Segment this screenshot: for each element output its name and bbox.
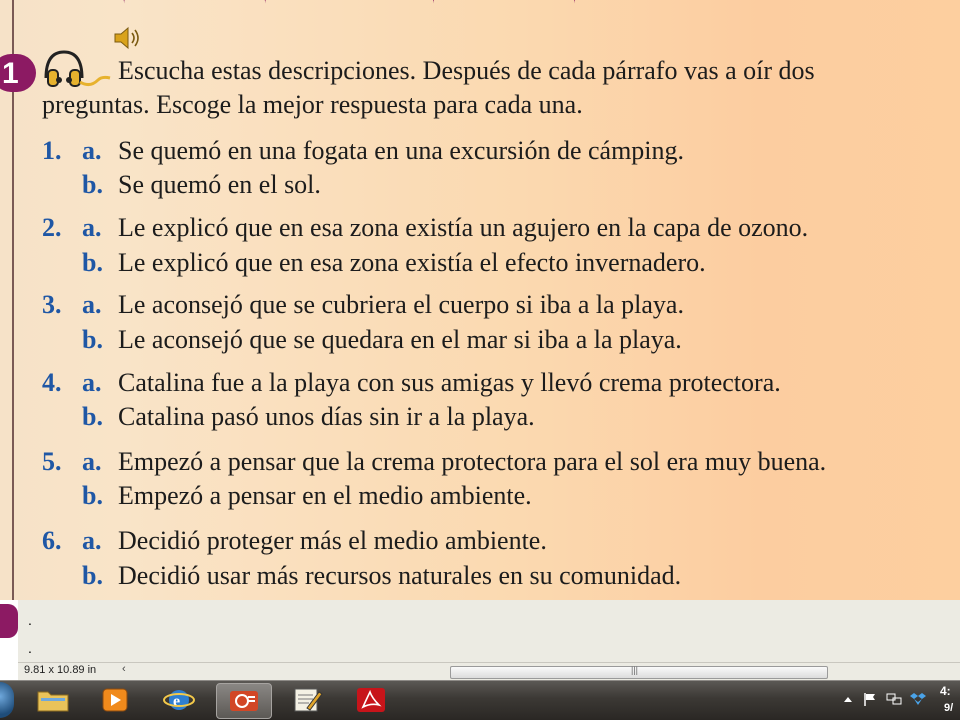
item-4-option-a: 4. a. Catalina fue a la playa con sus am… [0,368,960,400]
option-letter: b. [82,402,103,431]
option-text: Le aconsejó que se quedara en el mar si … [118,325,682,354]
action-center-flag-icon[interactable] [862,691,878,707]
headphones-icon [44,50,111,87]
item-6-option-a: 6. a. Decidió proteger más el medio ambi… [0,526,960,558]
notepad-pencil-icon [294,688,323,712]
item-number: 1. [42,136,62,165]
horizontal-scrollbar-thumb[interactable]: ||| [450,665,828,679]
option-text: Decidió proteger más el medio ambiente. [118,526,547,555]
option-text: Se quemó en el sol. [118,170,321,199]
exercise-number: 1 [2,57,19,90]
item-5-option-b: b. Empezó a pensar en el medio ambiente. [0,481,960,513]
option-letter: b. [82,248,103,277]
taskbar-file-explorer[interactable] [26,683,80,717]
item-6-option-b: b. Decidió usar más recursos naturales e… [0,561,960,593]
network-icon[interactable] [886,691,902,707]
item-2-option-b: b. Le explicó que en esa zona existía el… [0,248,960,280]
scrollbar-grip: ||| [631,665,639,675]
item-3-option-a: 3. a. Le aconsejó que se cubriera el cue… [0,290,960,322]
taskbar-internet-explorer[interactable]: e [152,683,206,717]
taskbar-media-player[interactable] [88,683,142,717]
option-letter: a. [82,213,102,242]
option-letter: b. [82,481,103,510]
option-text: Catalina fue a la playa con sus amigas y… [118,368,781,397]
start-button[interactable] [0,682,14,718]
option-text: Le explicó que en esa zona existía el ef… [118,248,706,277]
powerpoint-icon [230,691,258,711]
scroll-left-button[interactable]: ‹ [122,663,126,675]
exercise-number-badge: 1 [0,54,36,92]
document-page: — ✦ — — ✦ ——— ✦ — — ✦ — 1 Escucha estas … [0,0,960,600]
option-text: Decidió usar más recursos naturales en s… [118,561,682,590]
note-line-2: . [28,640,32,656]
instruction-line-2: preguntas. Escoge la mejor respuesta par… [42,90,583,119]
option-letter: b. [82,325,103,354]
media-play-icon [102,688,128,712]
option-letter: a. [82,447,102,476]
option-letter: b. [82,170,103,199]
speaker-sound-icon[interactable] [112,24,146,52]
option-letter: a. [82,136,102,165]
taskbar-top-edge [0,680,960,681]
option-letter: a. [82,526,102,555]
option-text: Le aconsejó que se cubriera el cuerpo si… [118,290,684,319]
item-number: 6. [42,526,62,555]
option-text: Le explicó que en esa zona existía un ag… [118,213,809,242]
taskbar-powerpoint[interactable] [216,683,272,719]
option-text: Catalina pasó unos días sin ir a la play… [118,402,535,431]
clock-time[interactable]: 4: [940,684,951,698]
item-4-option-b: b. Catalina pasó unos días sin ir a la p… [0,402,960,434]
item-5-option-a: 5. a. Empezó a pensar que la crema prote… [0,447,960,479]
taskbar-adobe-reader[interactable] [344,683,398,717]
item-1-option-b: b. Se quemó en el sol. [0,170,960,202]
instruction-line-1: Escucha estas descripciones. Después de … [118,56,815,85]
item-number: 3. [42,290,62,319]
item-3-option-b: b. Le aconsejó que se quedara en el mar … [0,325,960,357]
svg-text:e: e [173,693,180,710]
option-text: Se quemó en una fogata en una excursión … [118,136,685,165]
option-letter: a. [82,290,102,319]
item-number: 2. [42,213,62,242]
notes-pane[interactable]: . . [18,600,960,662]
show-hidden-icons-icon[interactable] [840,691,856,707]
status-bar: 9.81 x 10.89 in ‹ ||| [18,662,960,681]
windows-taskbar: e 4: 9/ [0,680,960,720]
dropbox-icon[interactable] [910,691,926,707]
taskbar-notes-app[interactable] [280,683,334,717]
item-number: 5. [42,447,62,476]
option-letter: a. [82,368,102,397]
option-text: Empezó a pensar que la crema protectora … [118,447,827,476]
item-1-option-a: 1. a. Se quemó en una fogata en una excu… [0,136,960,168]
note-line-1: . [28,612,32,628]
option-letter: b. [82,561,103,590]
next-exercise-badge [0,604,18,638]
adobe-pdf-icon [357,688,385,712]
clipped-header-decoration: — ✦ — — ✦ ——— ✦ — — ✦ — [60,0,641,12]
clock-date[interactable]: 9/ [944,702,953,714]
folder-icon [37,691,69,712]
internet-explorer-icon: e [163,690,195,710]
page-size-readout: 9.81 x 10.89 in [24,664,97,676]
item-2-option-a: 2. a. Le explicó que en esa zona existía… [0,213,960,245]
option-text: Empezó a pensar en el medio ambiente. [118,481,532,510]
item-number: 4. [42,368,62,397]
